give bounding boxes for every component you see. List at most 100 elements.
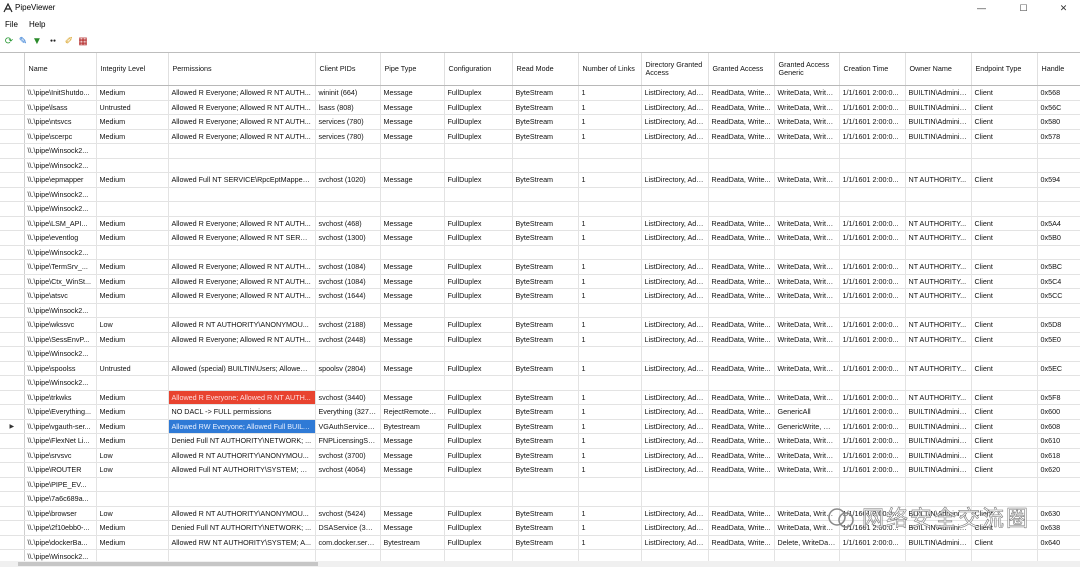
cell-configuration[interactable]: FullDuplex — [444, 317, 513, 333]
table-row[interactable]: \\.\pipe\dockerBa... Medium Allowed RW NT … — [0, 535, 1080, 550]
cell-integrity-level[interactable] — [96, 158, 169, 173]
cell-endpoint-type[interactable]: Client — [971, 172, 1038, 188]
cell-configuration[interactable] — [444, 477, 513, 492]
cell-number-of-links[interactable]: 1 — [578, 361, 642, 376]
cell-integrity-level[interactable]: Medium — [96, 520, 169, 536]
cell-endpoint-type[interactable]: Client — [971, 506, 1038, 521]
cell-handle[interactable]: 0x638 — [1037, 520, 1080, 536]
cell-configuration[interactable]: FullDuplex — [444, 230, 513, 246]
cell-configuration[interactable]: FullDuplex — [444, 288, 513, 304]
cell-client-pids[interactable]: com.docker.servi... — [315, 535, 381, 550]
cell-creation-time[interactable] — [839, 375, 906, 391]
cell-granted-access[interactable] — [708, 245, 775, 260]
cell-pipe-type[interactable]: Message — [380, 172, 445, 188]
cell-granted-access-generic[interactable]: Delete, WriteDac... — [774, 535, 840, 550]
cell-endpoint-type[interactable]: Client — [971, 100, 1038, 115]
cell-name[interactable]: \\.\pipe\TermSrv_... — [24, 259, 97, 275]
table-row[interactable]: \\.\pipe\Ctx_WinSt... Medium Allowed R Eve… — [0, 274, 1080, 289]
table-row[interactable]: \\.\pipe\Winsock2... — [0, 303, 1080, 318]
cell-read-mode[interactable]: ByteStream — [512, 419, 579, 434]
cell-read-mode[interactable] — [512, 201, 579, 217]
cell-owner-name[interactable]: NT AUTHORITY... — [905, 332, 972, 347]
cell-endpoint-type[interactable] — [971, 375, 1038, 391]
table-row[interactable]: \\.\pipe\spoolss Untrusted Allowed (specia… — [0, 361, 1080, 376]
cell-read-mode[interactable] — [512, 245, 579, 260]
cell-pipe-type[interactable]: Message — [380, 129, 445, 144]
cell-number-of-links[interactable]: 1 — [578, 216, 642, 231]
cell-integrity-level[interactable]: Low — [96, 506, 169, 521]
row-header[interactable] — [0, 390, 25, 405]
cell-configuration[interactable]: FullDuplex — [444, 361, 513, 376]
row-header[interactable] — [0, 216, 25, 231]
close-button[interactable]: ✕ — [1050, 0, 1077, 16]
cell-creation-time[interactable] — [839, 346, 906, 362]
cell-permissions[interactable]: Allowed R Everyone; Allowed R NT AUTH... — [168, 85, 316, 101]
cell-creation-time[interactable]: 1/1/1601 2:00:0... — [839, 317, 906, 333]
cell-pipe-type[interactable]: Message — [380, 317, 445, 333]
cell-read-mode[interactable]: ByteStream — [512, 100, 579, 115]
cell-permissions[interactable]: Allowed Full NT SERVICE\RpcEptMapper; ..… — [168, 172, 316, 188]
cell-pipe-type[interactable]: Message — [380, 114, 445, 130]
cell-granted-access[interactable] — [708, 346, 775, 362]
cell-creation-time[interactable]: 1/1/1601 2:00:0... — [839, 361, 906, 376]
cell-owner-name[interactable] — [905, 158, 972, 173]
cell-creation-time[interactable]: 1/1/1601 2:00:0... — [839, 433, 906, 449]
cell-endpoint-type[interactable] — [971, 245, 1038, 260]
table-row[interactable]: \\.\pipe\SessEnvP... Medium Allowed R Ever… — [0, 332, 1080, 347]
cell-handle[interactable]: 0x5F8 — [1037, 390, 1080, 405]
cell-handle[interactable] — [1037, 375, 1080, 391]
cell-granted-access[interactable]: ReadData, Write... — [708, 288, 775, 304]
table-row[interactable]: \\.\pipe\Winsock2... — [0, 158, 1080, 173]
column-header-integrity-level[interactable]: Integrity Level — [96, 53, 169, 86]
cell-owner-name[interactable]: BUILTIN\Adminis... — [905, 535, 972, 550]
cell-configuration[interactable]: FullDuplex — [444, 216, 513, 231]
cell-read-mode[interactable]: ByteStream — [512, 520, 579, 536]
cell-endpoint-type[interactable]: Client — [971, 332, 1038, 347]
cell-owner-name[interactable]: BUILTIN\Adminis... — [905, 520, 972, 536]
cell-granted-access-generic[interactable] — [774, 143, 840, 159]
cell-directory-granted-access[interactable] — [641, 143, 709, 159]
cell-name[interactable]: \\.\pipe\Ctx_WinSt... — [24, 274, 97, 289]
cell-owner-name[interactable]: BUILTIN\Adminis... — [905, 419, 972, 434]
cell-directory-granted-access[interactable]: ListDirectory, Add... — [641, 520, 709, 536]
cell-configuration[interactable]: FullDuplex — [444, 535, 513, 550]
cell-owner-name[interactable] — [905, 143, 972, 159]
cell-granted-access[interactable]: ReadData, Write... — [708, 332, 775, 347]
cell-handle[interactable]: 0x5CC — [1037, 288, 1080, 304]
cell-permissions[interactable] — [168, 201, 316, 217]
cell-granted-access[interactable] — [708, 375, 775, 391]
cell-creation-time[interactable] — [839, 143, 906, 159]
cell-handle[interactable]: 0x5BC — [1037, 259, 1080, 275]
scrollbar-thumb[interactable] — [18, 562, 318, 566]
cell-name[interactable]: \\.\pipe\atsvc — [24, 288, 97, 304]
cell-client-pids[interactable] — [315, 303, 381, 318]
cell-granted-access[interactable]: ReadData, Write... — [708, 433, 775, 449]
cell-handle[interactable]: 0x5E0 — [1037, 332, 1080, 347]
cell-integrity-level[interactable]: Medium — [96, 114, 169, 130]
cell-owner-name[interactable]: NT AUTHORITY... — [905, 361, 972, 376]
cell-granted-access[interactable]: ReadData, Write... — [708, 361, 775, 376]
cell-permissions[interactable]: Allowed R Everyone; Allowed R NT AUTH... — [168, 259, 316, 275]
cell-number-of-links[interactable] — [578, 187, 642, 202]
cell-integrity-level[interactable]: Medium — [96, 230, 169, 246]
filter-icon[interactable]: ▼ — [31, 35, 43, 47]
cell-client-pids[interactable]: svchost (1020) — [315, 172, 381, 188]
cell-client-pids[interactable]: spoolsv (2804) — [315, 361, 381, 376]
cell-directory-granted-access[interactable]: ListDirectory, Add... — [641, 288, 709, 304]
table-row[interactable]: \\.\pipe\Winsock2... — [0, 201, 1080, 217]
cell-creation-time[interactable] — [839, 477, 906, 492]
cell-handle[interactable]: 0x630 — [1037, 506, 1080, 521]
cell-granted-access-generic[interactable] — [774, 201, 840, 217]
row-header[interactable] — [0, 230, 25, 246]
cell-integrity-level[interactable]: Medium — [96, 404, 169, 420]
cell-pipe-type[interactable]: RejectRemoteCli... — [380, 404, 445, 420]
cell-read-mode[interactable]: ByteStream — [512, 216, 579, 231]
cell-endpoint-type[interactable]: Client — [971, 390, 1038, 405]
cell-granted-access-generic[interactable]: WriteData, Write... — [774, 100, 840, 115]
row-header[interactable] — [0, 114, 25, 130]
cell-creation-time[interactable]: 1/1/1601 2:00:0... — [839, 259, 906, 275]
cell-directory-granted-access[interactable]: ListDirectory, Add... — [641, 85, 709, 101]
column-header-granted-access[interactable]: Granted Access — [708, 53, 775, 86]
cell-endpoint-type[interactable] — [971, 346, 1038, 362]
cell-client-pids[interactable]: svchost (3440) — [315, 390, 381, 405]
